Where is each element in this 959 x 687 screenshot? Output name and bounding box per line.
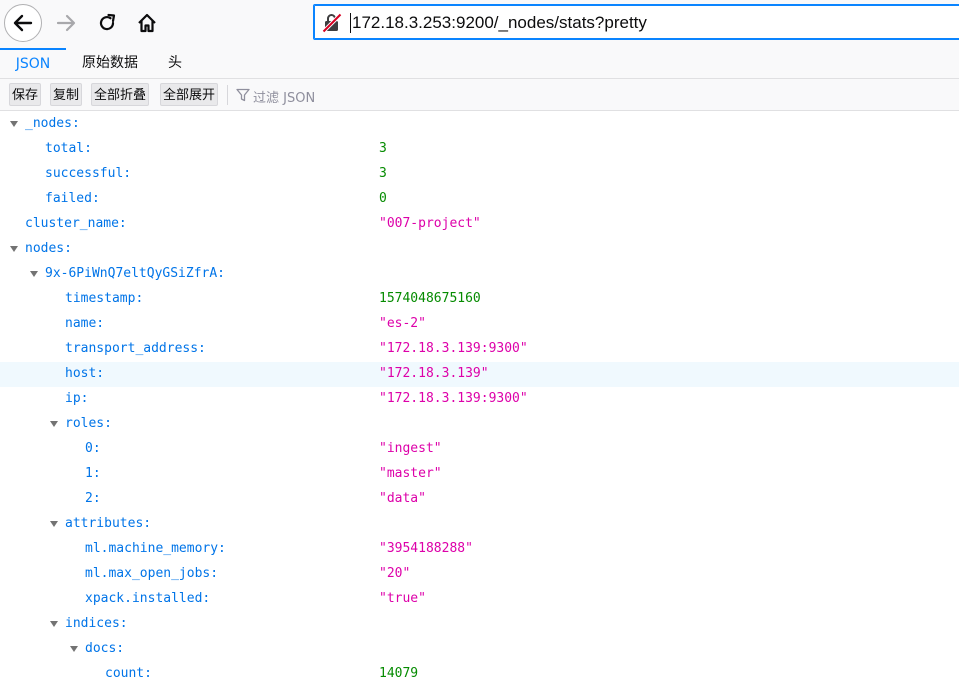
json-value: "007-project" [379, 216, 481, 231]
url-text[interactable]: 172.18.3.253:9200/_nodes/stats?pretty [352, 13, 647, 33]
forward-arrow-icon [56, 14, 76, 32]
tab-raw-data[interactable]: 原始数据 [68, 48, 152, 78]
tree-row[interactable]: transport_address: "172.18.3.139:9300" [0, 337, 959, 362]
expand-toggle-icon[interactable] [50, 521, 58, 527]
browser-toolbar: 172.18.3.253:9200/_nodes/stats?pretty [0, 0, 959, 48]
filter-json-input[interactable]: 过滤 JSON [253, 87, 315, 106]
tree-row[interactable]: 0: "ingest" [0, 437, 959, 462]
json-value: "data" [379, 491, 426, 506]
home-icon [138, 13, 156, 33]
tree-row[interactable]: failed: 0 [0, 187, 959, 212]
json-value: 3 [379, 141, 387, 156]
filter-icon [236, 88, 250, 102]
tree-row[interactable]: 9x-6PiWnQ7eltQyGSiZfrA: [0, 262, 959, 287]
json-key: _nodes: [25, 116, 80, 131]
json-key: successful: [45, 166, 132, 181]
tab-json[interactable]: JSON [0, 48, 66, 78]
json-key: docs: [85, 641, 125, 656]
json-value: "172.18.3.139:9300" [379, 391, 528, 406]
json-value: "3954188288" [379, 541, 473, 556]
json-key: 9x-6PiWnQ7eltQyGSiZfrA: [45, 266, 226, 281]
tree-row[interactable]: ip: "172.18.3.139:9300" [0, 387, 959, 412]
tree-row[interactable]: indices: [0, 612, 959, 637]
json-key: ip: [65, 391, 89, 406]
text-cursor [350, 13, 351, 33]
json-key: attributes: [65, 516, 152, 531]
collapse-all-button[interactable]: 全部折叠 [91, 83, 150, 106]
save-button[interactable]: 保存 [9, 83, 42, 106]
json-key: xpack.installed: [85, 591, 211, 606]
json-key: host: [65, 366, 105, 381]
back-button[interactable] [4, 4, 42, 42]
tree-row[interactable]: roles: [0, 412, 959, 437]
reload-button[interactable] [88, 4, 126, 42]
tree-row[interactable]: name: "es-2" [0, 312, 959, 337]
json-value: "true" [379, 591, 426, 606]
tree-row[interactable]: total: 3 [0, 137, 959, 162]
copy-button[interactable]: 复制 [50, 83, 83, 106]
tree-row[interactable]: docs: [0, 637, 959, 662]
json-key: 1: [85, 466, 101, 481]
json-key: 2: [85, 491, 101, 506]
json-key: 0: [85, 441, 101, 456]
expand-toggle-icon[interactable] [10, 246, 18, 252]
tab-headers[interactable]: 头 [155, 48, 195, 78]
tree-row[interactable]: ml.max_open_jobs: "20" [0, 562, 959, 587]
json-value: "172.18.3.139" [379, 366, 489, 381]
expand-toggle-icon[interactable] [70, 646, 78, 652]
json-key: nodes: [25, 241, 72, 256]
tree-row[interactable]: nodes: [0, 237, 959, 262]
tree-row[interactable]: timestamp: 1574048675160 [0, 287, 959, 312]
tree-row[interactable]: xpack.installed: "true" [0, 587, 959, 612]
json-value: "es-2" [379, 316, 426, 331]
json-value: 1574048675160 [379, 291, 481, 306]
toolbar-divider [227, 85, 228, 105]
tree-row[interactable]: count: 14079 [0, 662, 959, 687]
json-toolbar: 保存 复制 全部折叠 全部展开 过滤 JSON [0, 79, 959, 111]
tree-row[interactable]: _nodes: [0, 112, 959, 137]
viewer-tabs: JSON 原始数据 头 [0, 48, 959, 79]
json-value: 3 [379, 166, 387, 181]
tree-row[interactable]: successful: 3 [0, 162, 959, 187]
json-key: name: [65, 316, 105, 331]
forward-button[interactable] [47, 4, 85, 42]
expand-toggle-icon[interactable] [30, 271, 38, 277]
json-value: "20" [379, 566, 411, 581]
tree-row[interactable]: cluster_name: "007-project" [0, 212, 959, 237]
url-bar[interactable]: 172.18.3.253:9200/_nodes/stats?pretty [313, 4, 959, 40]
reload-icon [99, 13, 116, 31]
expand-toggle-icon[interactable] [10, 121, 18, 127]
json-key: ml.max_open_jobs: [85, 566, 219, 581]
json-key: timestamp: [65, 291, 144, 306]
json-value: "172.18.3.139:9300" [379, 341, 528, 356]
home-button[interactable] [128, 4, 166, 42]
json-value: 0 [379, 191, 387, 206]
json-key: roles: [65, 416, 112, 431]
expand-all-button[interactable]: 全部展开 [160, 83, 219, 106]
json-value: "master" [379, 466, 442, 481]
expand-toggle-icon[interactable] [50, 421, 58, 427]
tree-row-hovered[interactable]: host: "172.18.3.139" [0, 362, 959, 387]
tree-row[interactable]: attributes: [0, 512, 959, 537]
json-key: indices: [65, 616, 128, 631]
tree-row[interactable]: ml.machine_memory: "3954188288" [0, 537, 959, 562]
json-key: total: [45, 141, 92, 156]
tree-row[interactable]: 2: "data" [0, 487, 959, 512]
json-value: "ingest" [379, 441, 442, 456]
json-key: failed: [45, 191, 100, 206]
back-arrow-icon [13, 14, 33, 32]
json-key: cluster_name: [25, 216, 127, 231]
expand-toggle-icon[interactable] [50, 621, 58, 627]
tree-row[interactable]: 1: "master" [0, 462, 959, 487]
insecure-lock-icon[interactable] [322, 13, 342, 33]
json-key: ml.machine_memory: [85, 541, 226, 556]
json-key: transport_address: [65, 341, 206, 356]
